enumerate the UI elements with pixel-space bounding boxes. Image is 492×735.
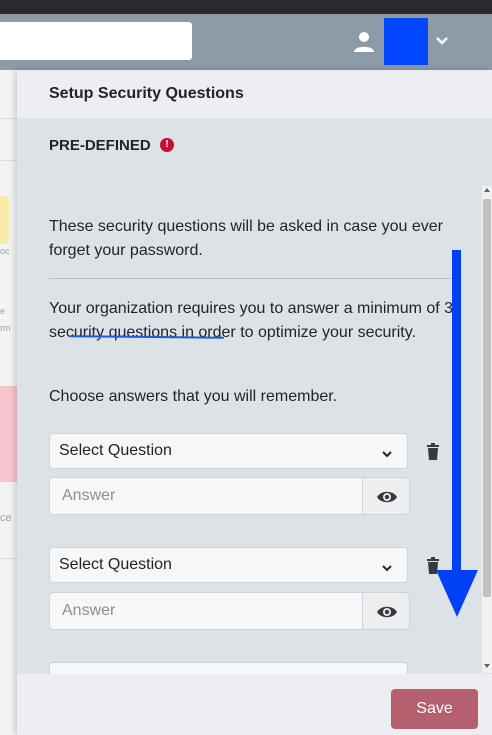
- eye-icon: [377, 491, 397, 503]
- user-icon[interactable]: [353, 31, 375, 53]
- security-questions-panel: Setup Security Questions PRE-DEFINED ! T…: [17, 70, 492, 735]
- annotation-arrow-shaft: [452, 250, 461, 580]
- panel-footer: Save: [17, 674, 492, 735]
- chevron-down-icon: [381, 560, 393, 572]
- eye-icon: [377, 606, 397, 618]
- background-divider: [0, 160, 17, 161]
- background-text: ce: [0, 512, 12, 524]
- scroll-down-arrow-icon[interactable]: [484, 664, 490, 668]
- question-select-label: Select Question: [59, 442, 172, 459]
- requirement-text-start: Your organization requires you to answer…: [49, 300, 445, 317]
- scroll-up-arrow-icon[interactable]: [484, 188, 490, 192]
- question-select-1[interactable]: Select Question: [49, 433, 408, 469]
- question-select-label: Select Question: [59, 556, 172, 573]
- answer-placeholder: Answer: [62, 487, 116, 504]
- chevron-down-icon: [381, 446, 393, 458]
- background-text: e: [0, 306, 6, 316]
- intro-text: These security questions will be asked i…: [49, 218, 443, 259]
- avatar[interactable]: [384, 18, 428, 65]
- background-divider: [0, 558, 17, 559]
- chevron-down-icon[interactable]: [433, 33, 451, 49]
- panel-scrollbar[interactable]: [482, 186, 492, 673]
- section-divider: [49, 278, 454, 279]
- top-strip: [0, 0, 492, 14]
- background-text: rm: [0, 323, 11, 333]
- required-icon: !: [160, 138, 174, 152]
- background-card: [0, 196, 9, 244]
- panel-header: Setup Security Questions: [17, 70, 492, 118]
- show-answer-button[interactable]: [362, 592, 410, 630]
- search-input[interactable]: [0, 22, 192, 60]
- answer-input-1[interactable]: Answer: [49, 477, 410, 515]
- section-title: PRE-DEFINED: [49, 137, 151, 154]
- annotation-arrow-head-icon: [436, 570, 478, 617]
- scrollbar-thumb[interactable]: [483, 199, 491, 597]
- background-text: oc: [0, 246, 10, 256]
- choose-text: Choose answers that you will remember.: [49, 388, 338, 405]
- background-card: [0, 386, 17, 482]
- show-answer-button[interactable]: [362, 477, 410, 515]
- save-button[interactable]: Save: [391, 689, 478, 729]
- requirement-text: Your organization requires you to answer…: [49, 297, 459, 345]
- question-select-2[interactable]: Select Question: [49, 547, 408, 583]
- panel-title: Setup Security Questions: [49, 85, 244, 102]
- background-divider: [0, 118, 17, 119]
- answer-input-2[interactable]: Answer: [49, 592, 410, 630]
- answer-placeholder: Answer: [62, 602, 116, 619]
- trash-icon[interactable]: [426, 443, 440, 461]
